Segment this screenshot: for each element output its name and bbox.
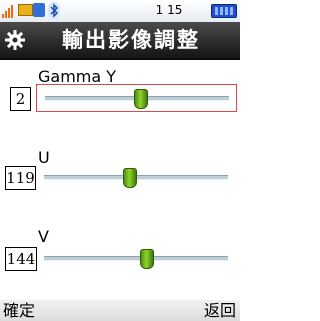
battery-icon [211,4,237,18]
status-bar: 1 15 [0,0,240,22]
status-time: 1 15 [155,3,183,17]
settings-panel: Gamma Y 2 U 119 V 144 [0,60,240,300]
v-label: V [38,227,49,246]
bluetooth-icon [48,2,60,19]
v-slider-thumb[interactable] [140,249,155,269]
page-title: 輸出影像調整 [62,28,200,52]
confirm-softkey[interactable]: 確定 [3,300,35,321]
gamma-y-value: 2 [10,87,31,111]
gamma-y-slider[interactable] [36,84,237,112]
message-icon [18,4,33,16]
u-slider-thumb[interactable] [123,168,138,188]
v-value: 144 [5,247,37,271]
v-slider[interactable] [36,245,235,271]
softkey-bar: 確定 返回 [0,300,240,321]
title-bar: 輸出影像調整 [0,22,240,60]
back-softkey[interactable]: 返回 [204,300,236,321]
v-slider-track [44,256,228,261]
gear-icon [4,29,26,51]
wallet-icon [33,3,45,17]
u-slider[interactable] [36,164,235,190]
u-value: 119 [5,166,36,190]
signal-icon [2,2,16,20]
gamma-y-slider-thumb[interactable] [133,89,148,109]
